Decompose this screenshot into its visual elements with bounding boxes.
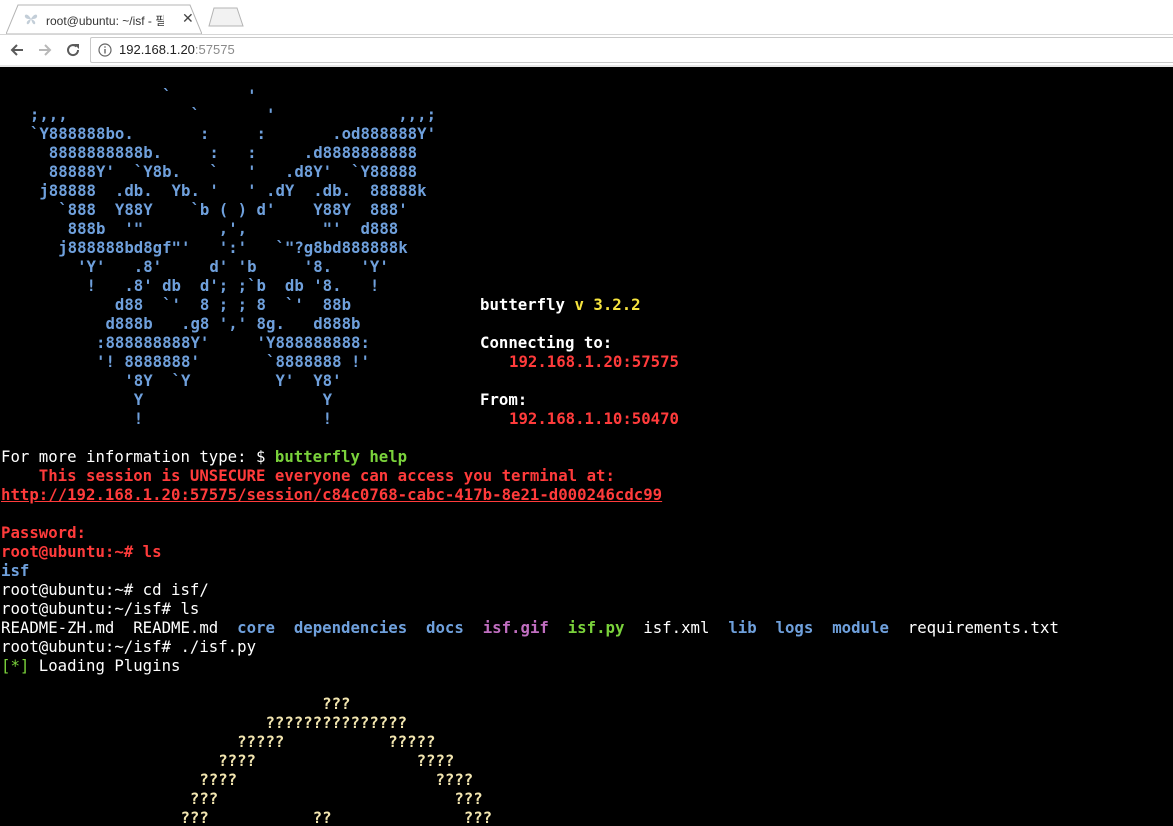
butterfly-art-line: d88 `' 8 ; ; 8 `' 88b xyxy=(11,295,352,314)
ls-entry: logs xyxy=(775,618,814,637)
site-info-icon[interactable] xyxy=(98,43,112,57)
ls-entry: isf.xml xyxy=(643,618,710,637)
ls-entry: README.md xyxy=(133,618,219,637)
isf-art-line: ??? ??? xyxy=(1,789,483,808)
loading-plugins-line: [*] Loading Plugins xyxy=(1,656,180,675)
ls-isf-output: README-ZH.md README.md core dependencies… xyxy=(1,618,1059,637)
forward-arrow-icon xyxy=(39,44,52,56)
butterfly-art-line: Y Y xyxy=(11,390,333,409)
password-prompt: Password: xyxy=(1,523,87,542)
version-prefix: v xyxy=(574,295,584,314)
terminal[interactable]: ` ' ;,,, ` ' ,,,; `Y888888bo. : : .od888… xyxy=(0,67,1173,826)
url-port: :57575 xyxy=(194,42,235,57)
unsecure-warning: This session is UNSECURE everyone can ac… xyxy=(1,466,615,485)
address-bar[interactable]: 192.168.1.20:57575 xyxy=(90,37,1173,63)
butterfly-art-line: d888b .g8 ',' 8g. d888b xyxy=(11,314,361,333)
isf-art-line: ???? ???? xyxy=(1,770,474,789)
version-number: 3.2.2 xyxy=(593,295,641,314)
butterfly-art-line: ! ! xyxy=(11,409,333,428)
connecting-address: 192.168.1.20:57575 xyxy=(509,352,680,371)
from-address: 192.168.1.10:50470 xyxy=(509,409,680,428)
butterfly-version-line: butterfly v 3.2.2 xyxy=(480,295,641,314)
ls-entry: docs xyxy=(426,618,464,637)
ls-entry: core xyxy=(237,618,275,637)
ls-entry: isf.gif xyxy=(482,618,549,637)
ls-entry: requirements.txt xyxy=(907,618,1059,637)
ls-entry: dependencies xyxy=(293,618,408,637)
connecting-label: Connecting to: xyxy=(480,333,613,352)
butterfly-art-line: 888b '" ,', "' d888 xyxy=(11,219,399,238)
butterfly-art-line: :888888888Y' 'Y888888888: xyxy=(11,333,370,352)
shell-prompt: root@ubuntu:~# xyxy=(1,580,134,599)
isf-art-line: ??? xyxy=(1,694,351,713)
command-text: ls xyxy=(133,542,162,561)
command-line-run-isf: root@ubuntu:~/isf# ./isf.py xyxy=(1,637,256,656)
shell-prompt: root@ubuntu:~# xyxy=(1,542,134,561)
butterfly-art-line: `Y888888bo. : : .od888888Y' xyxy=(11,124,437,143)
reload-icon xyxy=(67,44,80,57)
butterfly-art-line: 88888Y' `Y8b. ` ' .d8Y' `Y88888 xyxy=(11,162,418,181)
url-host: 192.168.1.20 xyxy=(119,42,195,57)
butterfly-art-line: '! 8888888' `8888888 !' xyxy=(11,352,370,371)
command-text: cd isf/ xyxy=(133,580,209,599)
new-tab-button[interactable] xyxy=(208,7,244,27)
isf-art-line: ????? ????? xyxy=(1,732,436,751)
butterfly-art-line: j88888 .db. Yb. ' ' .dY .db. 88888k xyxy=(11,181,427,200)
command-line-ls-home: root@ubuntu:~# ls xyxy=(1,542,162,561)
tab-strip: root@ubuntu: ~/isf - 필 ✕ xyxy=(0,0,1173,34)
command-line-ls-isf: root@ubuntu:~/isf# ls xyxy=(1,599,199,618)
isf-art-line: ???? ???? xyxy=(1,751,455,770)
isf-art-line: ??? ?? ??? xyxy=(1,808,493,826)
back-button[interactable] xyxy=(6,39,28,61)
ls-home-output: isf xyxy=(1,561,30,580)
butterfly-art-line: j888888bd8gf"' ':' `"?g8bd888888k xyxy=(11,238,408,257)
shell-prompt: root@ubuntu:~/isf# xyxy=(1,637,172,656)
status-marker: [*] xyxy=(1,656,30,675)
butterfly-art-line: 8888888888b. : : .d8888888888 xyxy=(11,143,418,162)
butterfly-art-line: ` ' xyxy=(11,86,257,105)
help-line: For more information type: $ butterfly h… xyxy=(1,447,407,466)
back-arrow-icon xyxy=(10,44,23,56)
command-text: ls xyxy=(171,599,200,618)
command-text: ./isf.py xyxy=(171,637,257,656)
command-line-cd: root@ubuntu:~# cd isf/ xyxy=(1,580,209,599)
help-prefix: For more information type: $ xyxy=(1,447,275,466)
app-name: butterfly xyxy=(480,295,566,314)
butterfly-art-line: '8Y `Y Y' Y8' xyxy=(11,371,342,390)
ls-entry: lib xyxy=(728,618,757,637)
tab-close-icon[interactable]: ✕ xyxy=(182,10,194,26)
shell-prompt: root@ubuntu:~/isf# xyxy=(1,599,172,618)
loading-text: Loading Plugins xyxy=(29,656,181,675)
butterfly-art-line: ! .8' db d'; ;`b db '8. ! xyxy=(11,276,380,295)
browser-toolbar: 192.168.1.20:57575 xyxy=(0,34,1173,66)
address-url[interactable]: 192.168.1.20:57575 xyxy=(119,42,235,57)
reload-button[interactable] xyxy=(62,39,84,61)
help-command: butterfly help xyxy=(274,447,408,466)
session-url-link[interactable]: http://192.168.1.20:57575/session/c84c07… xyxy=(1,485,662,504)
forward-button[interactable] xyxy=(34,39,56,61)
butterfly-art-line: ;,,, ` ' ,,,; xyxy=(11,105,437,124)
isf-art-line: ??????????????? xyxy=(1,713,408,732)
from-label: From: xyxy=(480,390,528,409)
butterfly-art-line: `888 Y88Y `b ( ) d' Y88Y 888' xyxy=(11,200,408,219)
tab-title: root@ubuntu: ~/isf - 필 xyxy=(46,14,164,28)
ls-entry: isf.py xyxy=(567,618,625,637)
ls-entry: module xyxy=(832,618,889,637)
browser-tab[interactable]: root@ubuntu: ~/isf - 필 ✕ xyxy=(6,4,202,34)
ls-entry: README-ZH.md xyxy=(1,618,115,637)
butterfly-art-line: 'Y' .8' d' 'b '8. 'Y' xyxy=(11,257,389,276)
butterfly-favicon-icon xyxy=(24,14,38,25)
